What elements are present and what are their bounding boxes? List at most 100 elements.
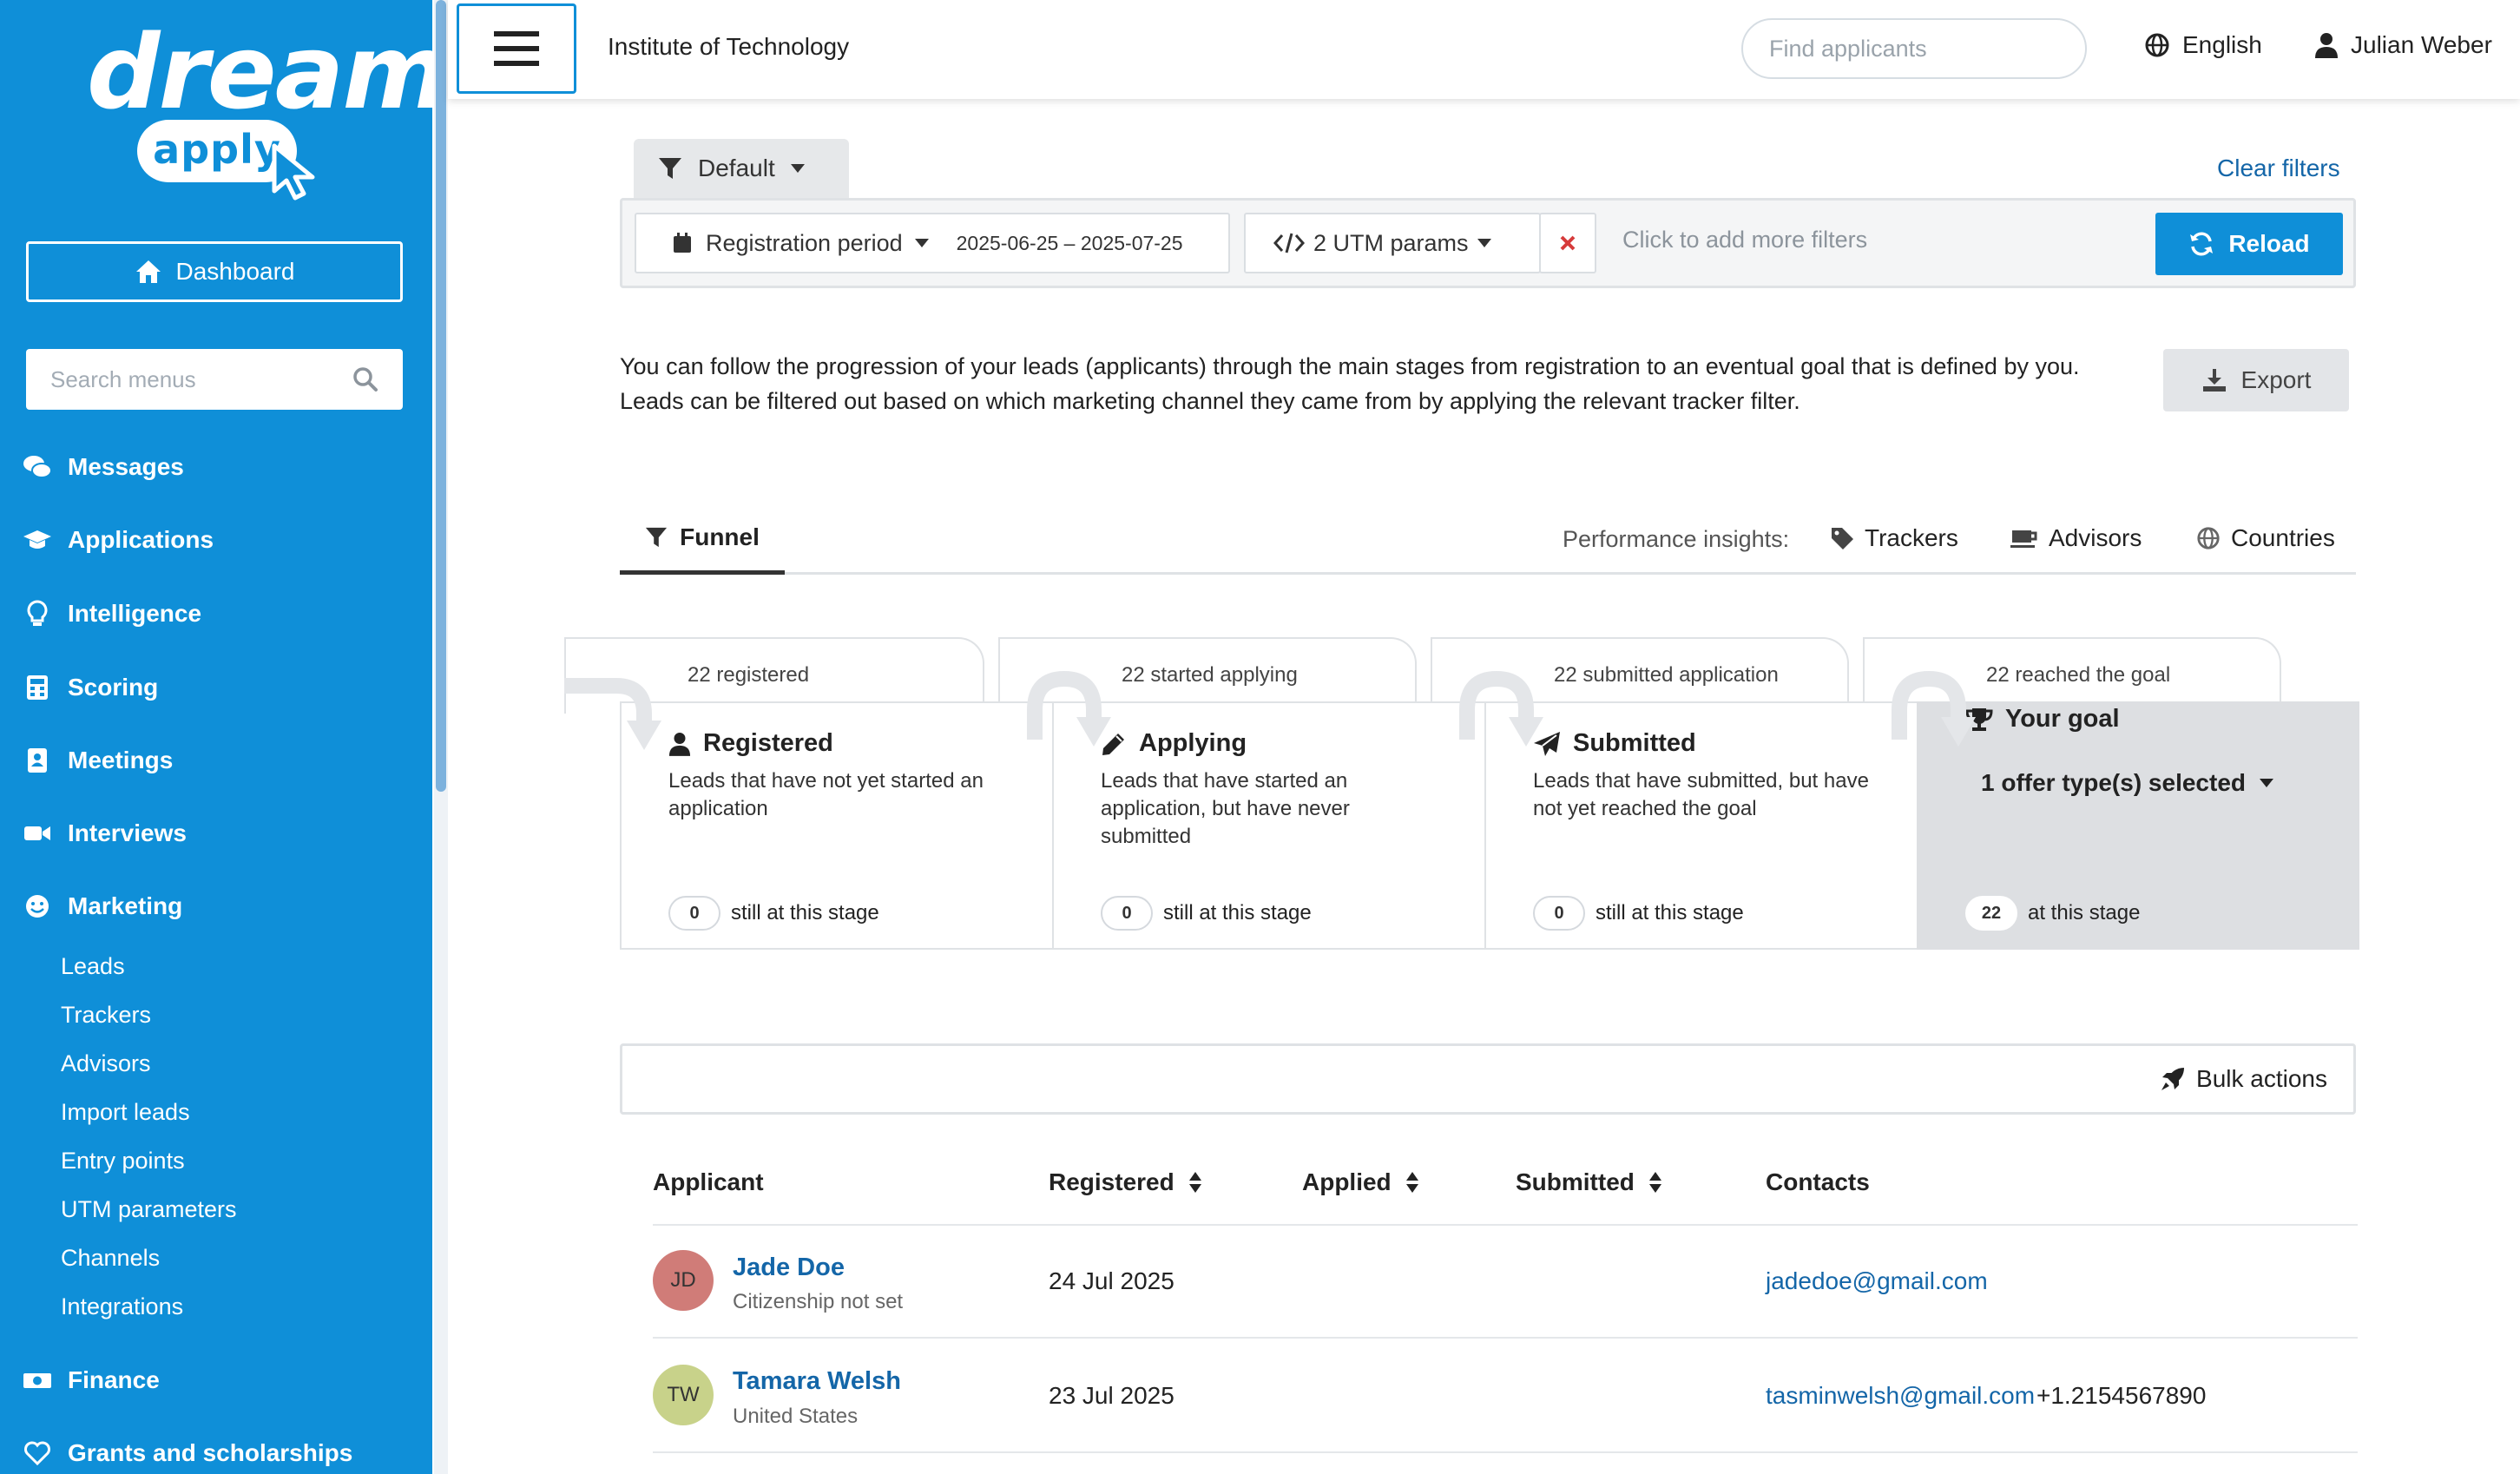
stage-submitted-footer: 0 still at this stage bbox=[1533, 896, 1744, 931]
caret-down-icon bbox=[1477, 239, 1491, 247]
email-link[interactable]: tasminwelsh@gmail.com bbox=[1766, 1382, 2035, 1410]
dashboard-button[interactable]: Dashboard bbox=[26, 241, 403, 302]
avatar: JD bbox=[653, 1250, 714, 1311]
nav-interviews[interactable]: Interviews bbox=[23, 819, 187, 848]
applicant-search-input[interactable] bbox=[1769, 35, 2076, 63]
nav-applications[interactable]: Applications bbox=[23, 525, 214, 555]
nav-applications-label: Applications bbox=[68, 526, 214, 553]
user-menu[interactable]: Julian Weber bbox=[2314, 31, 2492, 59]
caret-down-icon bbox=[2260, 779, 2273, 787]
tab-funnel[interactable]: Funnel bbox=[620, 503, 785, 575]
export-button[interactable]: Export bbox=[2163, 349, 2349, 411]
calendar-icon bbox=[674, 233, 691, 253]
reload-button[interactable]: Reload bbox=[2155, 213, 2343, 275]
column-header-applied-label: Applied bbox=[1302, 1168, 1392, 1195]
applicant-name-link[interactable]: Jade Doe bbox=[733, 1254, 845, 1282]
stage-registered-title-text: Registered bbox=[703, 729, 833, 757]
remove-utm-filter-button[interactable] bbox=[1539, 213, 1596, 273]
filter-icon bbox=[659, 158, 681, 179]
menu-search bbox=[26, 349, 403, 410]
stage-registered: Registered Leads that have not yet start… bbox=[620, 701, 1054, 950]
nav-marketing-label: Marketing bbox=[68, 892, 183, 919]
column-header-contacts: Contacts bbox=[1766, 1168, 1870, 1196]
column-header-registered[interactable]: Registered bbox=[1049, 1168, 1202, 1196]
offer-type-select[interactable]: 1 offer type(s) selected bbox=[1981, 769, 2273, 797]
nav-messages[interactable]: Messages bbox=[23, 452, 184, 482]
export-label: Export bbox=[2240, 366, 2312, 393]
registered-date: 23 Jul 2025 bbox=[1049, 1382, 1174, 1409]
home-icon bbox=[135, 260, 161, 283]
add-filters-input[interactable]: Click to add more filters bbox=[1622, 227, 1867, 253]
stage-goal-foot-text: at this stage bbox=[2028, 901, 2141, 925]
stage-submitted-count: 22 submitted application bbox=[1554, 663, 1779, 687]
language-selector[interactable]: English bbox=[2144, 31, 2262, 59]
phone-number: +1.2154567890 bbox=[2036, 1382, 2207, 1409]
tab-advisors[interactable]: Advisors bbox=[2010, 524, 2142, 552]
stage-registered-pill[interactable]: 0 bbox=[668, 896, 720, 931]
column-header-submitted[interactable]: Submitted bbox=[1516, 1168, 1662, 1196]
calculator-icon bbox=[27, 675, 48, 700]
column-header-submitted-label: Submitted bbox=[1516, 1168, 1635, 1195]
column-header-applied[interactable]: Applied bbox=[1302, 1168, 1419, 1196]
applicant-citizenship: United States bbox=[733, 1405, 859, 1428]
nav-finance[interactable]: Finance bbox=[23, 1365, 160, 1395]
language-label: English bbox=[2182, 31, 2262, 58]
stage-submitted-title-text: Submitted bbox=[1573, 729, 1696, 757]
registration-period-filter[interactable]: Registration period 2025-06-25 – 2025-07… bbox=[635, 213, 1230, 273]
registered-date: 24 Jul 2025 bbox=[1049, 1267, 1174, 1294]
money-icon bbox=[23, 1373, 51, 1388]
table-row-divider bbox=[653, 1337, 2358, 1339]
search-icon[interactable] bbox=[352, 366, 378, 392]
nav-grants[interactable]: Grants and scholarships bbox=[23, 1438, 352, 1468]
funnel-stages: 22 registered 22 started applying 22 sub… bbox=[564, 634, 2361, 951]
offer-type-label: 1 offer type(s) selected bbox=[1981, 769, 2246, 796]
tab-countries[interactable]: Countries bbox=[2196, 524, 2335, 552]
dreamapply-logo[interactable]: dream apply bbox=[87, 12, 449, 201]
stage-registered-foot-text: still at this stage bbox=[731, 901, 879, 925]
stage-applying-desc: Leads that have started an application, … bbox=[1101, 769, 1350, 848]
nav-intelligence[interactable]: Intelligence bbox=[23, 599, 201, 628]
performance-insights-label: Performance insights: bbox=[1563, 526, 1790, 552]
nav-scoring[interactable]: Scoring bbox=[23, 673, 158, 702]
nav-scoring-label: Scoring bbox=[68, 674, 159, 701]
utm-params-label: 2 UTM params bbox=[1313, 229, 1469, 256]
nav-meetings[interactable]: Meetings bbox=[23, 746, 173, 775]
menu-toggle-button[interactable] bbox=[457, 3, 576, 94]
nav-meetings-label: Meetings bbox=[68, 747, 174, 773]
clear-filters-link[interactable]: Clear filters bbox=[2217, 155, 2340, 182]
sub-utm-parameters[interactable]: UTM parameters bbox=[61, 1196, 237, 1223]
tab-trackers[interactable]: Trackers bbox=[1830, 524, 1958, 552]
filter-icon bbox=[646, 527, 668, 547]
sub-entry-points[interactable]: Entry points bbox=[61, 1148, 185, 1175]
sub-advisors[interactable]: Advisors bbox=[61, 1050, 151, 1077]
stage-goal-pill[interactable]: 22 bbox=[1965, 896, 2017, 931]
sidebar-scroll-thumb[interactable] bbox=[436, 0, 446, 792]
bulk-actions-button[interactable]: Bulk actions bbox=[2160, 1065, 2327, 1093]
stage-submitted-foot-text: still at this stage bbox=[1596, 901, 1744, 925]
stage-goal-title-text: Your goal bbox=[2005, 705, 2120, 733]
email-link[interactable]: jadedoe@gmail.com bbox=[1766, 1267, 1988, 1295]
filter-preset-dropdown[interactable]: Default bbox=[634, 139, 849, 198]
stage-registered-title: Registered bbox=[668, 729, 833, 758]
stage-submitted-pill[interactable]: 0 bbox=[1533, 896, 1585, 931]
sort-icon bbox=[1188, 1172, 1201, 1193]
menu-search-input[interactable] bbox=[50, 365, 352, 393]
tab-funnel-label: Funnel bbox=[680, 523, 760, 550]
sub-channels[interactable]: Channels bbox=[61, 1245, 160, 1272]
stage-submitted: Submitted Leads that have submitted, but… bbox=[1484, 701, 1918, 950]
tab-countries-label: Countries bbox=[2231, 524, 2335, 551]
stage-applying-pill[interactable]: 0 bbox=[1101, 896, 1153, 931]
dashboard-label: Dashboard bbox=[175, 258, 295, 285]
stage-applying-title: Applying bbox=[1101, 729, 1247, 758]
stage-goal: Your goal 1 offer type(s) selected 22 at… bbox=[1917, 701, 2359, 950]
smile-icon bbox=[26, 895, 49, 918]
sub-integrations[interactable]: Integrations bbox=[61, 1293, 183, 1320]
nav-marketing[interactable]: Marketing bbox=[23, 892, 182, 921]
sub-import-leads[interactable]: Import leads bbox=[61, 1099, 190, 1126]
table-row-divider bbox=[653, 1451, 2358, 1453]
sub-trackers[interactable]: Trackers bbox=[61, 1002, 151, 1029]
stage-registered-desc: Leads that have not yet started an appli… bbox=[668, 769, 984, 820]
applicant-name-link[interactable]: Tamara Welsh bbox=[733, 1367, 901, 1396]
sub-leads[interactable]: Leads bbox=[61, 953, 125, 980]
utm-params-filter[interactable]: 2 UTM params bbox=[1244, 213, 1541, 273]
